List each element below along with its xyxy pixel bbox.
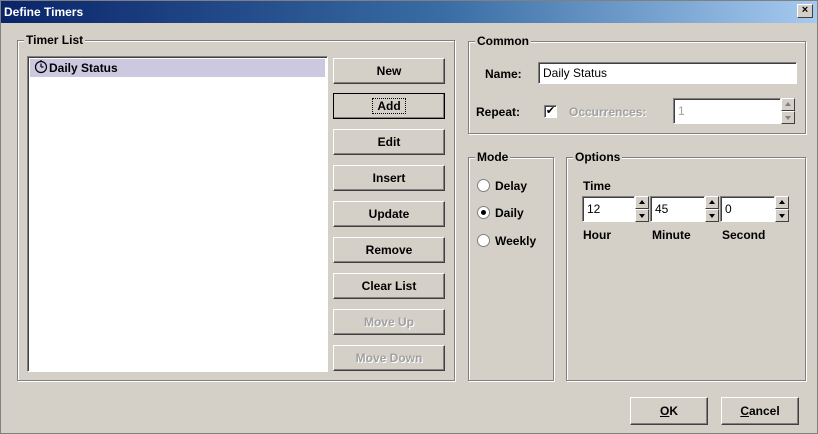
options-title: Options: [573, 150, 623, 164]
name-label: Name:: [485, 67, 522, 81]
insert-button[interactable]: Insert: [333, 165, 445, 191]
mode-title: Mode: [475, 150, 511, 164]
cancel-button[interactable]: Cancel: [721, 397, 799, 425]
minute-label: Minute: [652, 228, 691, 242]
timer-listbox[interactable]: Daily Status: [27, 56, 328, 372]
title-bar[interactable]: Define Timers: [1, 1, 817, 23]
timer-list-title: Timer List: [24, 33, 86, 47]
spin-down-icon[interactable]: [781, 111, 795, 124]
time-label: Time: [583, 179, 611, 193]
remove-button[interactable]: Remove: [333, 237, 445, 263]
add-button[interactable]: Add: [333, 93, 445, 119]
occurrences-label: Occurrences:: [569, 105, 647, 119]
new-button[interactable]: New: [333, 58, 445, 84]
name-field[interactable]: Daily Status: [538, 62, 797, 84]
clear-list-button[interactable]: Clear List: [333, 273, 445, 299]
second-spinner[interactable]: [775, 196, 789, 222]
update-button[interactable]: Update: [333, 201, 445, 227]
list-item[interactable]: Daily Status: [30, 59, 325, 77]
radio-checked-icon: [477, 206, 490, 219]
move-up-button[interactable]: Move Up: [333, 309, 445, 335]
list-item-label: Daily Status: [49, 61, 118, 75]
spin-up-icon[interactable]: [781, 98, 795, 111]
window-title: Define Timers: [4, 5, 84, 19]
close-button[interactable]: ×: [797, 4, 813, 18]
radio-icon: [477, 179, 490, 192]
common-title: Common: [475, 34, 531, 48]
second-field[interactable]: 0: [720, 196, 775, 222]
minute-field[interactable]: 45: [650, 196, 705, 222]
spin-down-icon[interactable]: [775, 209, 789, 222]
spin-up-icon[interactable]: [775, 196, 789, 209]
hour-field[interactable]: 12: [582, 196, 635, 222]
spin-up-icon[interactable]: [635, 196, 649, 209]
close-icon: ×: [801, 4, 809, 16]
spin-up-icon[interactable]: [705, 196, 719, 209]
repeat-label: Repeat:: [476, 105, 521, 119]
radio-icon: [477, 234, 490, 247]
spin-down-icon[interactable]: [635, 209, 649, 222]
define-timers-dialog: Define Timers × Timer List Daily Status …: [0, 0, 818, 434]
hour-spinner[interactable]: [635, 196, 649, 222]
spin-down-icon[interactable]: [705, 209, 719, 222]
occurrences-spinner[interactable]: [781, 98, 795, 124]
edit-button[interactable]: Edit: [333, 129, 445, 155]
minute-spinner[interactable]: [705, 196, 719, 222]
occurrences-field[interactable]: 1: [673, 98, 781, 124]
clock-icon: [34, 60, 48, 74]
hour-label: Hour: [583, 228, 611, 242]
second-label: Second: [722, 228, 766, 242]
ok-button[interactable]: OK: [630, 397, 708, 425]
repeat-checkbox[interactable]: ✔: [544, 105, 557, 118]
move-down-button[interactable]: Move Down: [333, 345, 445, 371]
